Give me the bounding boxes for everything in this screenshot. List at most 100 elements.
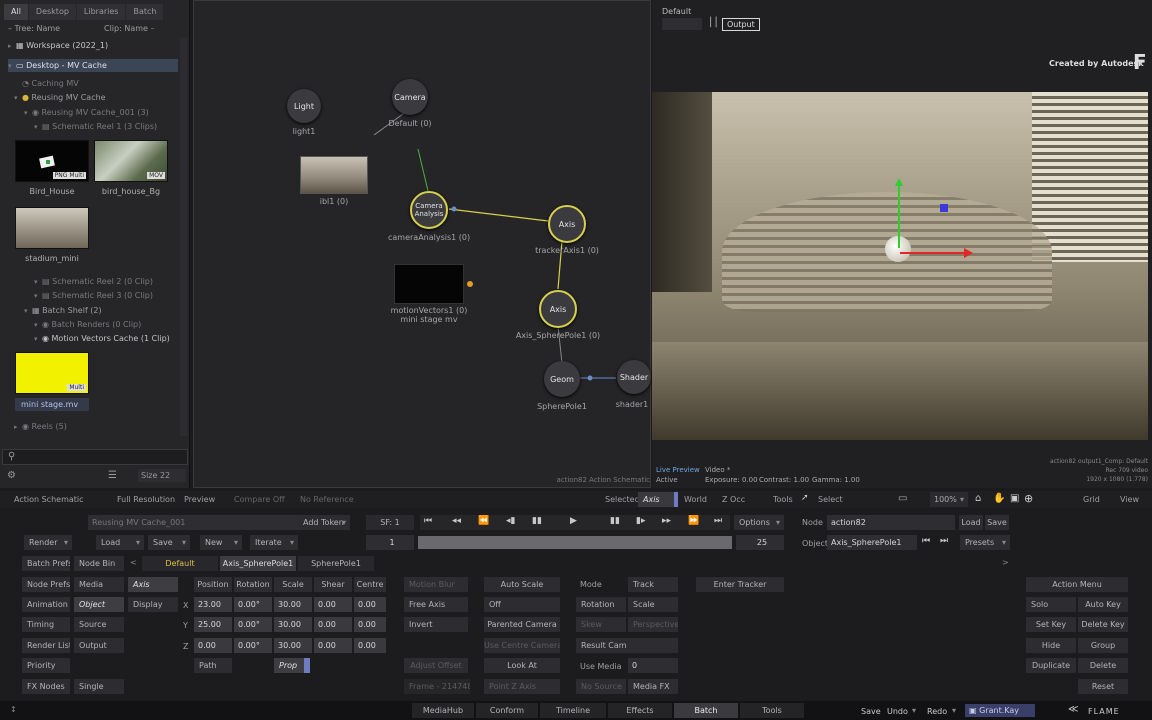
tree-caching-mv[interactable]: ◔ Caching MV [14,77,79,90]
frame-icon[interactable]: ▣ [1010,493,1019,504]
header-position[interactable]: Position [194,577,232,592]
axis-mode-button[interactable]: Axis [638,492,678,507]
action-menu-button[interactable]: Action Menu [1026,577,1128,592]
menu-media[interactable]: Media [74,577,124,592]
centre-y-field[interactable]: 0.00 [354,617,386,632]
menu-priority[interactable]: Priority [22,658,70,673]
pause-back-icon[interactable]: ▮▮ [532,516,542,526]
object-prev-icon[interactable]: ⏮ [922,536,930,546]
position-z-field[interactable]: 0.00 [194,638,232,653]
action-schematic-view[interactable]: Light light1 Camera Default (0) ibl1 (0)… [193,0,651,488]
media-fx-button[interactable]: Media FX [628,679,678,694]
undo-dropdown-icon[interactable]: ▾ [912,706,916,715]
compare-off-button[interactable]: Compare Off [234,495,285,504]
delete-button[interactable]: Delete [1078,658,1128,673]
reset-button[interactable]: Reset [1078,679,1128,694]
use-media-field[interactable]: 0 [628,658,678,673]
free-axis-button[interactable]: Free Axis [404,597,468,612]
library-tab-all[interactable]: All [4,4,28,20]
grid-button[interactable]: Grid [1083,495,1100,504]
auto-scale-button[interactable]: Auto Scale [484,577,560,592]
batch-save-dropdown[interactable]: Save [148,535,190,550]
tab-effects[interactable]: Effects [608,703,672,718]
scale-toggle[interactable]: Scale [628,597,678,612]
tab-batch[interactable]: Batch [674,703,738,718]
shear-y-field[interactable]: 0.00 [314,617,352,632]
shear-z-field[interactable]: 0.00 [314,638,352,653]
node-shader[interactable]: Shader [617,360,651,394]
look-at-button[interactable]: Look At [484,658,560,673]
next-key-icon[interactable]: ▸▸ [662,516,671,526]
home-icon[interactable]: ⌂ [975,493,981,504]
motion-blur-button[interactable]: Motion Blur [404,577,468,592]
clip-sort-label[interactable]: Clip: Name – [104,22,155,35]
parented-camera-button[interactable]: Parented Camera [484,617,560,632]
redo-dropdown-icon[interactable]: ▾ [952,706,956,715]
tree-desktop[interactable]: ▾ ▭ Desktop - MV Cache [8,59,178,72]
clip-thumb-mini-stage[interactable]: Multi [15,352,89,394]
clip-label-mini-stage[interactable]: mini stage.mv [15,398,89,411]
auto-key-button[interactable]: Auto Key [1078,597,1128,612]
z-occ-button[interactable]: Z Occ [722,495,745,504]
rotation-toggle[interactable]: Rotation [576,597,626,612]
step-forward-icon[interactable]: ▮▸ [636,516,645,526]
no-reference-button[interactable]: No Reference [300,495,354,504]
solo-button[interactable]: Solo [1026,597,1076,612]
goto-end-icon[interactable]: ⏭ [714,516,722,526]
menu-fx-nodes[interactable]: FX Nodes [22,679,70,694]
clip-thumb-bird-house[interactable]: PNG Multi [15,140,89,182]
axis-menu-button[interactable]: Axis [128,577,178,592]
gizmo-y-axis[interactable] [898,184,900,248]
duplicate-button[interactable]: Duplicate [1026,658,1076,673]
view-button[interactable]: View [1120,495,1139,504]
thumbnail-size-field[interactable]: Size 22 [138,469,186,482]
clip-name-field[interactable]: Reusing MV Cache_001 [88,515,298,530]
node-name-field[interactable]: action82 [827,515,955,530]
viewer-output-button[interactable]: Output [722,18,760,31]
display-menu-button[interactable]: Display [128,597,178,612]
next-frame-icon[interactable]: ⏩ [688,516,699,526]
prev-frame-icon[interactable]: ⏪ [478,516,489,526]
save-button[interactable]: Save [861,707,881,716]
target-icon[interactable]: ⊕ [1024,492,1033,505]
node-ibl-thumbnail[interactable] [300,156,368,194]
tree-reusing-001[interactable]: ▾ ◉ Reusing MV Cache_001 (3) [24,106,149,119]
tab-tools[interactable]: Tools [740,703,804,718]
node-light[interactable]: Light [287,89,321,123]
position-x-field[interactable]: 23.00 [194,597,232,612]
select-tool-button[interactable]: Select [818,495,843,504]
gizmo-x-axis[interactable] [900,252,966,254]
no-source-button[interactable]: No Source [576,679,626,694]
tab-scroll-left-icon[interactable]: < [130,558,137,567]
node-bin-button[interactable]: Node Bin [74,556,124,571]
pause-icon[interactable]: ▮▮ [610,516,620,526]
tree-workspace[interactable]: ▸ ▦ Workspace (2022_1) [8,39,186,52]
frame-field[interactable]: Frame - 2147483 [404,679,470,694]
redo-button[interactable]: Redo [927,707,947,716]
tab-spherepole[interactable]: SpherePole1 [298,556,374,571]
use-centre-camera-button[interactable]: Use Centre Camera [484,638,560,653]
library-tab-libraries[interactable]: Libraries [76,4,126,20]
preview-button[interactable]: Preview [184,495,215,504]
node-motion-vectors-thumbnail[interactable] [394,264,464,304]
invert-button[interactable]: Invert [404,617,468,632]
add-token-dropdown[interactable]: Add Token [298,515,350,530]
library-scrollbar[interactable] [180,38,188,436]
tab-default[interactable]: Default [142,556,218,571]
frame-end-field[interactable]: 25 [736,535,784,550]
start-frame-sf[interactable]: SF: 1 [366,515,414,530]
menu-render-list[interactable]: Render List [22,638,70,653]
group-button[interactable]: Group [1078,638,1128,653]
action-schematic-button[interactable]: Action Schematic [14,495,84,504]
gear-icon[interactable]: ⚙ [7,470,16,481]
menu-timing[interactable]: Timing [22,617,70,632]
rotation-x-field[interactable]: 0.00° [234,597,272,612]
skew-toggle[interactable]: Skew [576,617,626,632]
node-camera-analysis[interactable]: Camera Analysis [410,191,448,229]
result-cam-button[interactable]: Result Cam [576,638,678,653]
options-dropdown[interactable]: Options [734,515,784,530]
viewer-input-a[interactable] [662,18,702,30]
header-centre[interactable]: Centre [354,577,386,592]
viewport-icon[interactable]: ▭ [898,493,907,504]
tree-batch-renders[interactable]: ▾ ◉ Batch Renders (0 Clip) [34,318,141,331]
